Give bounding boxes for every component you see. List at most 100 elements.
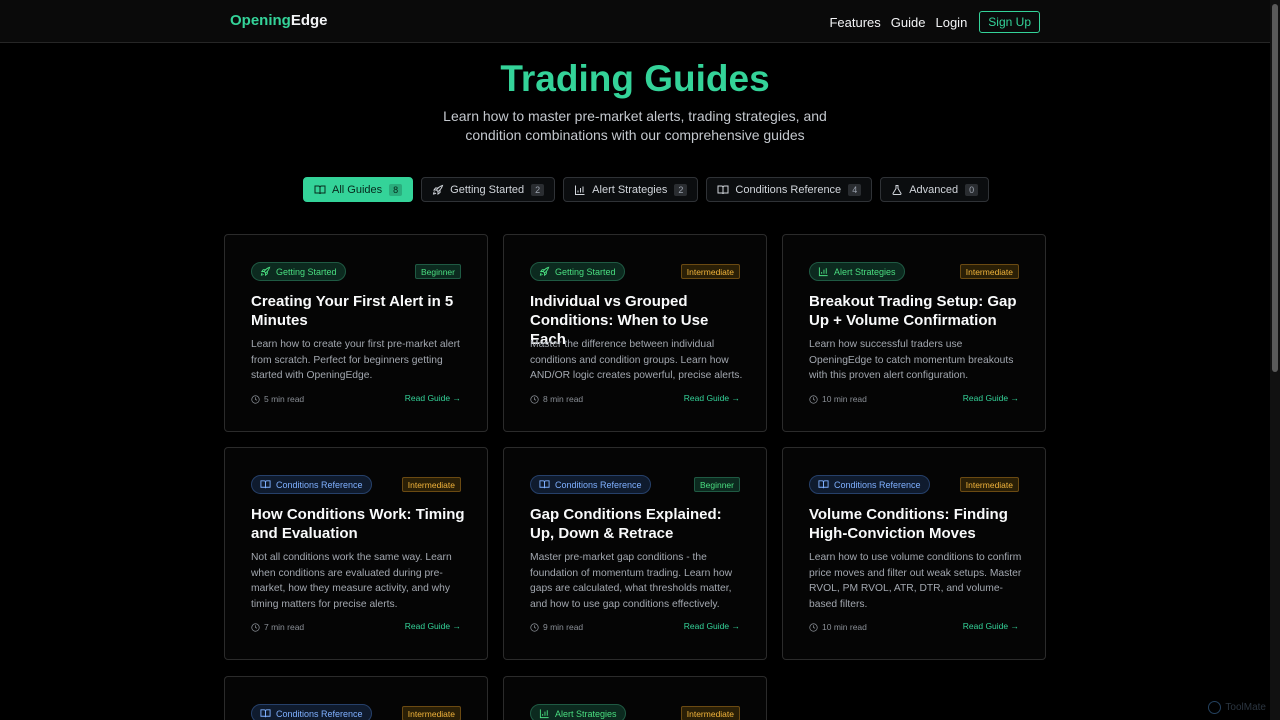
bar-chart-icon xyxy=(818,267,828,277)
category-badge: Getting Started xyxy=(530,262,625,281)
page-scrollbar[interactable] xyxy=(1270,0,1280,720)
category-label: Getting Started xyxy=(555,266,616,277)
level-badge: Intermediate xyxy=(680,706,740,720)
read-guide-link[interactable]: Read Guide → xyxy=(684,621,740,631)
read-time-label: 10 min read xyxy=(822,394,867,404)
level-badge: Intermediate xyxy=(401,706,461,720)
read-guide-link[interactable]: Read Guide → xyxy=(963,621,1019,631)
tab-count: 2 xyxy=(531,183,545,196)
guide-description: Learn how successful traders use Opening… xyxy=(809,339,1014,381)
category-label: Getting Started xyxy=(276,266,337,277)
level-badge: Beginner xyxy=(693,477,740,492)
tab-count: 4 xyxy=(848,183,862,196)
read-time-label: 5 min read xyxy=(264,394,305,404)
category-badge: Conditions Reference xyxy=(251,704,372,720)
book-icon xyxy=(260,480,271,489)
level-badge: Intermediate xyxy=(959,477,1019,492)
guide-title[interactable]: How Conditions Work: Timing and Evaluati… xyxy=(251,505,466,543)
bar-chart-icon xyxy=(575,185,585,195)
read-time-label: 9 min read xyxy=(543,622,584,632)
tab-all-guides[interactable]: All Guides 8 xyxy=(303,177,414,202)
category-badge: Alert Strategies xyxy=(809,262,905,281)
read-guide-link[interactable]: Read Guide → xyxy=(684,393,740,403)
guide-description: Learn how to create your first pre-marke… xyxy=(251,339,460,381)
read-time-label: 8 min read xyxy=(543,394,584,404)
level-badge: Beginner xyxy=(414,264,461,279)
category-label: Conditions Reference xyxy=(555,479,642,490)
nav-guide-link[interactable]: Guide xyxy=(891,15,926,30)
clock-icon xyxy=(809,394,818,404)
level-badge: Intermediate xyxy=(680,264,740,279)
rocket-icon xyxy=(433,184,444,195)
read-guide-link[interactable]: Read Guide → xyxy=(405,621,461,631)
guide-title[interactable]: Creating Your First Alert in 5 Minutes xyxy=(251,292,466,330)
nav-features-link[interactable]: Features xyxy=(829,15,880,30)
read-time: 5 min read xyxy=(251,393,304,405)
guide-card[interactable]: Conditions Reference Intermediate xyxy=(224,676,488,720)
brand-logo[interactable]: OpeningEdge xyxy=(230,12,328,29)
read-time: 9 min read xyxy=(530,621,583,633)
flask-icon xyxy=(892,184,902,195)
read-time: 7 min read xyxy=(251,621,304,633)
top-navbar: OpeningEdge Features Guide Login Sign Up xyxy=(0,0,1270,43)
watermark: ToolMate xyxy=(1208,701,1266,714)
brand-part-1: Opening xyxy=(230,12,291,29)
brand-part-2: Edge xyxy=(290,12,328,29)
read-guide-link[interactable]: Read Guide → xyxy=(405,393,461,403)
watermark-text: ToolMate xyxy=(1225,702,1266,713)
clock-icon xyxy=(251,622,260,632)
page-subtitle: Learn how to master pre-market alerts, t… xyxy=(443,108,827,143)
guide-card[interactable]: Conditions Reference Intermediate How Co… xyxy=(224,447,488,660)
rocket-icon xyxy=(539,266,550,277)
guide-description: Master the difference between individual… xyxy=(530,339,743,381)
category-badge: Conditions Reference xyxy=(251,475,372,494)
nav-login-link[interactable]: Login xyxy=(935,15,967,30)
category-badge: Getting Started xyxy=(251,262,346,281)
category-badge: Conditions Reference xyxy=(809,475,930,494)
tab-label: Conditions Reference xyxy=(735,183,842,196)
read-time-label: 7 min read xyxy=(264,622,305,632)
read-time: 8 min read xyxy=(530,393,583,405)
guide-card[interactable]: Alert Strategies Intermediate xyxy=(503,676,767,720)
tab-label: Getting Started xyxy=(450,183,525,196)
scrollbar-thumb[interactable] xyxy=(1272,4,1278,372)
tab-label: All Guides xyxy=(332,183,383,196)
category-badge: Alert Strategies xyxy=(530,704,626,720)
clock-icon xyxy=(809,622,818,632)
guide-title[interactable]: Volume Conditions: Finding High-Convicti… xyxy=(809,505,1024,543)
tab-conditions-reference[interactable]: Conditions Reference 4 xyxy=(706,177,873,202)
guide-description: Master pre-market gap conditions - the f… xyxy=(530,552,733,610)
category-label: Conditions Reference xyxy=(834,479,921,490)
guide-title[interactable]: Breakout Trading Setup: Gap Up + Volume … xyxy=(809,292,1024,330)
guide-card[interactable]: Conditions Reference Beginner Gap Condit… xyxy=(503,447,767,660)
clock-icon xyxy=(251,394,260,404)
book-icon xyxy=(539,480,550,489)
guide-description: Learn how to use volume conditions to co… xyxy=(809,552,1022,610)
read-time: 10 min read xyxy=(809,393,867,405)
book-icon xyxy=(717,185,729,194)
level-badge: Intermediate xyxy=(401,477,461,492)
tab-count: 2 xyxy=(674,183,688,196)
bar-chart-icon xyxy=(539,709,549,719)
tab-getting-started[interactable]: Getting Started 2 xyxy=(421,177,556,202)
guide-card[interactable]: Getting Started Intermediate Individual … xyxy=(503,234,767,432)
read-time: 10 min read xyxy=(809,621,867,633)
category-label: Alert Strategies xyxy=(834,266,896,277)
signup-button[interactable]: Sign Up xyxy=(979,11,1040,33)
read-guide-link[interactable]: Read Guide → xyxy=(963,393,1019,403)
category-label: Conditions Reference xyxy=(276,708,363,719)
category-badge: Conditions Reference xyxy=(530,475,651,494)
guide-card[interactable]: Conditions Reference Intermediate Volume… xyxy=(782,447,1046,660)
page-title: Trading Guides xyxy=(500,58,770,99)
level-badge: Intermediate xyxy=(959,264,1019,279)
guide-card[interactable]: Getting Started Beginner Creating Your F… xyxy=(224,234,488,432)
tab-advanced[interactable]: Advanced 0 xyxy=(880,177,990,202)
category-label: Conditions Reference xyxy=(276,479,363,490)
tab-alert-strategies[interactable]: Alert Strategies 2 xyxy=(563,177,699,202)
category-label: Alert Strategies xyxy=(555,708,617,719)
guide-card[interactable]: Alert Strategies Intermediate Breakout T… xyxy=(782,234,1046,432)
watermark-logo-icon xyxy=(1208,701,1222,714)
book-icon xyxy=(260,709,271,718)
nav-links: Features Guide Login Sign Up xyxy=(829,11,1040,33)
guide-title[interactable]: Gap Conditions Explained: Up, Down & Ret… xyxy=(530,505,745,543)
